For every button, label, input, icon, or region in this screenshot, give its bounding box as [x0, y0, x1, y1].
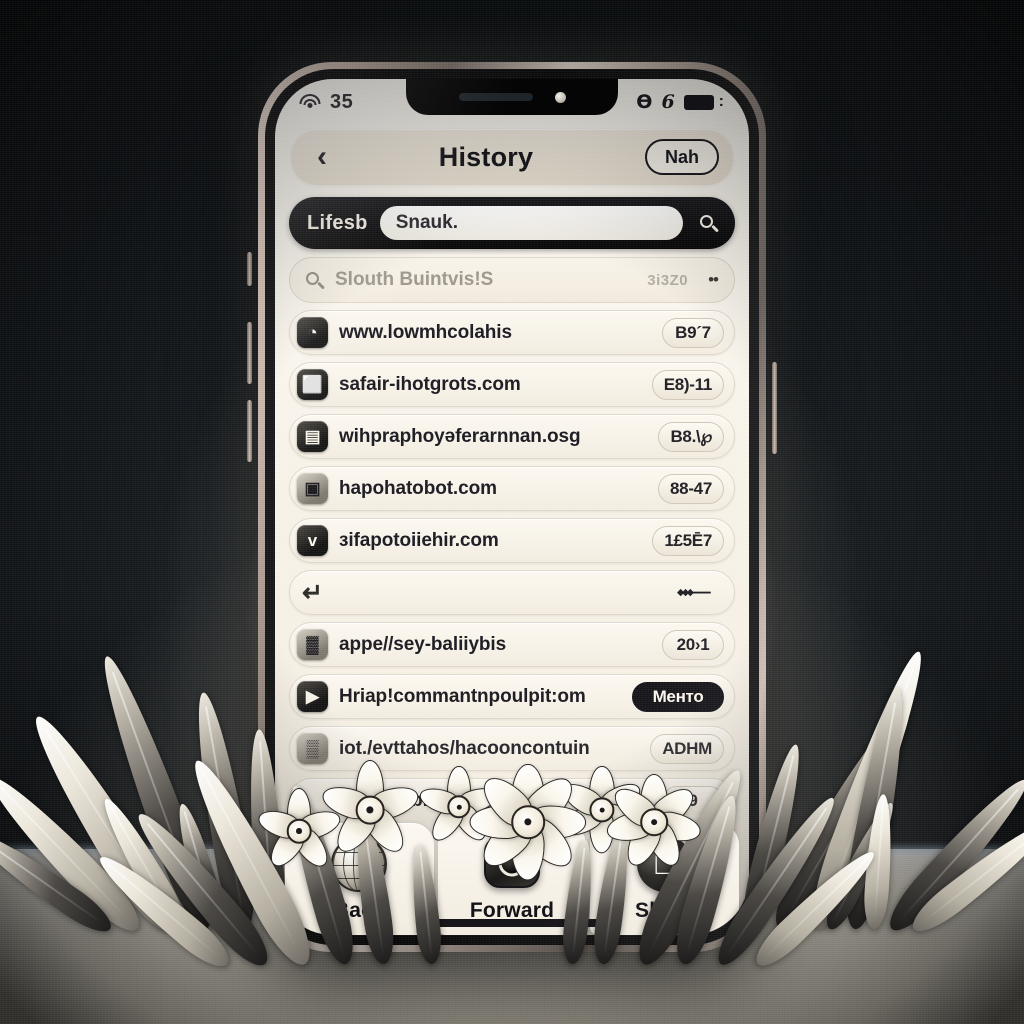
history-row[interactable]: bau/negblcupk 9	[289, 778, 735, 815]
history-row-title: safair-ihotgrots.com	[339, 373, 521, 395]
toolbar-button-back[interactable]: Back	[285, 823, 434, 935]
history-row[interactable]: ▶ Hriap!commantnpoulpit:om Менто	[289, 674, 735, 719]
search-bar: Lifesb Snauk.	[289, 197, 735, 249]
toolbar-button-label: Back	[333, 898, 385, 922]
suggestion-more-icon[interactable]: ••	[708, 270, 719, 290]
y-glyph-icon: Ѳ	[636, 91, 653, 113]
swirl-icon: ↵	[302, 578, 323, 607]
apple-icon: 	[636, 835, 693, 892]
battery-icon	[683, 94, 714, 110]
search-input[interactable]: Snauk.	[379, 206, 683, 240]
clock-icon: ◔	[297, 317, 328, 348]
history-row-title: Hriap!commantnpoulpit:om	[339, 685, 586, 707]
wifi-icon	[299, 94, 321, 110]
volume-up-button[interactable]	[247, 322, 252, 384]
history-row-title: www.lowmhcolahis	[339, 321, 512, 343]
6-glyph-icon: 6	[661, 91, 675, 113]
silent-switch[interactable]	[247, 252, 252, 286]
history-row[interactable]: ↵ ⬩⬩⬩—	[289, 570, 735, 615]
nav-header: ‹ History Nah	[291, 129, 733, 185]
history-row[interactable]: ▣ hapohatobot.com 88-47	[289, 466, 735, 511]
history-row-badge: 9	[662, 785, 724, 815]
power-button[interactable]	[772, 362, 777, 454]
history-row-badge: 20›1	[662, 629, 724, 660]
toolbar-button-label: Share	[634, 898, 695, 922]
play-icon: ▶	[297, 681, 328, 712]
history-row[interactable]: ▓ appe//sey-baliiybis 20›1	[289, 622, 735, 667]
phone-device: 35 Ѳ 6 : ‹ History Nah Lifesb Snauk. Slo…	[247, 62, 777, 952]
globe-icon	[331, 835, 388, 892]
history-list[interactable]: ◔ www.lowmhcolahis B9´7 ⬜ safair-ihotgrots.c…	[275, 303, 749, 815]
history-row-badge: 1£5Ē7	[652, 525, 724, 556]
history-row-title: bau/negblcupk	[339, 789, 472, 811]
phone-screen: 35 Ѳ 6 : ‹ History Nah Lifesb Snauk. Slo…	[275, 79, 749, 935]
notch	[406, 79, 618, 115]
history-row-badge: ⬩⬩⬩—	[677, 581, 711, 603]
history-row-badge: ADHM	[650, 733, 724, 764]
folder-icon: ⬜	[297, 369, 328, 400]
bottom-toolbar: BackForwardShare	[285, 815, 740, 935]
page-title: History	[438, 141, 534, 172]
volume-down-button[interactable]	[247, 400, 252, 462]
status-carrier: 35	[330, 90, 354, 113]
history-row[interactable]: ▤ wihpraphoyəferarnnan.osg B8.\℘	[289, 414, 735, 459]
qr-icon: ▓	[297, 629, 328, 660]
search-bar-label: Lifesb	[307, 211, 368, 234]
photo-icon: ▣	[297, 473, 328, 504]
history-row-badge: Менто	[632, 681, 724, 712]
phone-bezel: 35 Ѳ 6 : ‹ History Nah Lifesb Snauk. Slo…	[265, 69, 759, 945]
suggestion-search-icon	[306, 271, 325, 290]
history-row-title: hapohatobot.com	[339, 477, 497, 499]
history-row-badge: B9´7	[662, 317, 724, 348]
history-row[interactable]: ⬜ safair-ihotgrots.com E8)-11	[289, 362, 735, 407]
history-row-title: wihpraphoyəferarnnan.osg	[339, 425, 581, 447]
history-row-badge: E8)-11	[651, 369, 724, 400]
front-camera	[554, 91, 566, 103]
apple-glyph: 	[652, 846, 677, 879]
earpiece-speaker	[458, 93, 533, 101]
search-icon[interactable]	[695, 214, 721, 233]
home-indicator[interactable]	[421, 919, 603, 927]
history-row-title: iot./evttahos/hacooncontuin	[339, 737, 590, 759]
history-row[interactable]: ◔ www.lowmhcolahis B9´7	[289, 310, 735, 355]
history-row-badge: 88-47	[658, 473, 724, 504]
blank-icon	[297, 785, 328, 815]
camera-icon	[484, 835, 540, 892]
document-icon: ▒	[297, 733, 328, 764]
history-row[interactable]: ▒ iot./evttahos/hacooncontuin ADHM	[289, 726, 735, 771]
history-row-title: зifapotoiiehir.com	[339, 529, 499, 551]
suggestion-meta: 3i3Z0	[647, 271, 689, 289]
twitter-icon: ᴠ	[297, 525, 328, 556]
suggestion-text: Slouth Buintvis!S	[335, 269, 494, 290]
history-row-badge: B8.\℘	[658, 421, 724, 452]
toolbar-button-share[interactable]:  Share	[590, 823, 740, 935]
scene-stage: 35 Ѳ 6 : ‹ History Nah Lifesb Snauk. Slo…	[0, 0, 1024, 1024]
search-suggestion-row[interactable]: Slouth Buintvis!S 3i3Z0 ••	[289, 257, 735, 303]
battery-cap-icon: :	[718, 93, 724, 110]
history-row[interactable]: ᴠ зifapotoiiehir.com 1£5Ē7	[289, 518, 735, 563]
news-icon: ▤	[297, 421, 328, 452]
history-row-title: appe//sey-baliiybis	[339, 633, 507, 655]
new-button[interactable]: Nah	[645, 139, 719, 175]
